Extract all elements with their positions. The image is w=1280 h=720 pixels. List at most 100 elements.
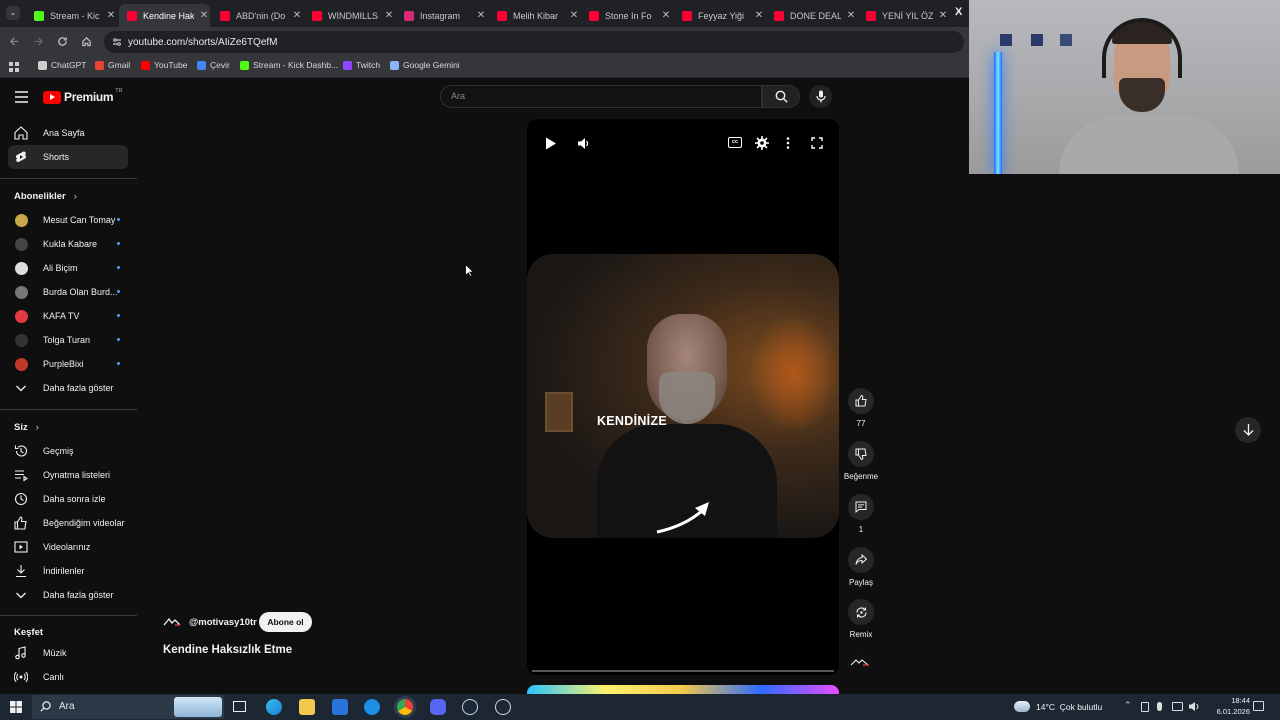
taskbar-search[interactable]: Ara xyxy=(32,695,224,719)
fullscreen-icon[interactable] xyxy=(811,137,823,149)
bookmark-item[interactable]: ChatGPT xyxy=(38,60,86,70)
tab-close-icon[interactable]: ✕ xyxy=(291,10,303,21)
voice-search-button[interactable] xyxy=(809,85,832,108)
sidebar-subscription[interactable]: Tolga Turan xyxy=(8,328,128,352)
browser-tab[interactable]: DONE DEAL ✕ xyxy=(766,4,857,27)
show-more-subscriptions[interactable]: Daha fazla göster xyxy=(8,376,128,400)
channel-avatar[interactable] xyxy=(163,616,181,628)
bookmark-item[interactable]: YouTube xyxy=(141,60,187,70)
forward-icon[interactable] xyxy=(33,36,44,47)
notifications-icon[interactable] xyxy=(1253,701,1264,711)
apps-grid-icon[interactable] xyxy=(9,62,19,72)
sidebar-subscription[interactable]: Ali Biçim xyxy=(8,256,128,280)
explore-header[interactable]: Keşfet xyxy=(14,627,43,638)
browser-tab[interactable]: Feyyaz Yiği ✕ xyxy=(674,4,765,27)
like-button[interactable]: 77 xyxy=(846,388,876,428)
hamburger-menu-icon[interactable] xyxy=(15,91,28,103)
settings-gear-icon[interactable] xyxy=(755,136,769,150)
sidebar-subscription[interactable]: KAFA TV xyxy=(8,304,128,328)
comments-button[interactable]: 1 xyxy=(846,494,876,534)
short-title[interactable]: Kendine Haksızlık Etme xyxy=(163,644,292,656)
tab-close-icon[interactable]: ✕ xyxy=(475,10,487,21)
tab-close-icon[interactable]: ✕ xyxy=(568,10,580,21)
browser-tab[interactable]: Melih Kibar ✕ xyxy=(489,4,580,27)
chrome-icon[interactable] xyxy=(397,699,413,715)
browser-tab[interactable]: Kendine Hak ✕ xyxy=(119,4,210,27)
browser-tab[interactable]: ABD'nin (Do ✕ xyxy=(212,4,303,27)
subscriptions-header[interactable]: Abonelikler › xyxy=(14,191,77,202)
sidebar-item-playlists[interactable]: Oynatma listeleri xyxy=(8,463,128,487)
sidebar-item-live[interactable]: Canlı xyxy=(8,665,128,689)
search-button[interactable] xyxy=(762,85,800,108)
more-options-icon[interactable] xyxy=(786,137,790,149)
task-view-icon[interactable] xyxy=(233,701,246,712)
address-bar[interactable]: youtube.com/shorts/AIiZe6TQefM xyxy=(104,31,964,53)
show-more-you[interactable]: Daha fazla göster xyxy=(8,583,128,607)
sidebar-subscription[interactable]: PurpleBixi xyxy=(8,352,128,376)
browser-tab[interactable]: YENİ YIL ÖZ ✕ xyxy=(858,4,949,27)
sidebar-item-liked-videos[interactable]: Beğendiğim videolar xyxy=(8,511,128,535)
sidebar-subscription[interactable]: Kukla Kabare xyxy=(8,232,128,256)
mail-app-icon[interactable] xyxy=(364,699,380,715)
sidebar-subscription[interactable]: Mesut Can Tomay xyxy=(8,208,128,232)
browser-tab[interactable]: Stone In Fo ✕ xyxy=(581,4,672,27)
bookmark-item[interactable]: Gmail xyxy=(95,60,130,70)
search-input[interactable]: Ara xyxy=(440,85,762,108)
sidebar-subscription[interactable]: Burda Olan Burd... xyxy=(8,280,128,304)
site-info-icon[interactable] xyxy=(112,37,122,47)
bookmark-item[interactable]: Çevir xyxy=(197,60,230,70)
browser-tab[interactable]: Instagram ✕ xyxy=(396,4,487,27)
dislike-button[interactable]: Beğenme xyxy=(844,441,878,481)
gear-app-icon[interactable] xyxy=(495,699,511,715)
tab-close-icon[interactable]: ✕ xyxy=(105,10,117,21)
sound-source-thumbnail[interactable] xyxy=(848,654,872,670)
windows-start-icon[interactable] xyxy=(10,701,22,713)
sidebar-item-history[interactable]: Geçmiş xyxy=(8,439,128,463)
back-icon[interactable] xyxy=(9,36,20,47)
store-icon[interactable] xyxy=(332,699,348,715)
next-short-button[interactable] xyxy=(1235,417,1261,443)
play-icon[interactable] xyxy=(545,137,557,150)
sidebar-item-your-videos[interactable]: Videolarınız xyxy=(8,535,128,559)
edge-icon[interactable] xyxy=(266,699,282,715)
microphone-tray-icon[interactable] xyxy=(1157,702,1162,711)
file-explorer-icon[interactable] xyxy=(299,699,315,715)
shorts-player[interactable]: KENDİNİZE cc xyxy=(527,119,839,675)
tray-chevron-icon[interactable]: ⌃ xyxy=(1124,700,1132,711)
tab-close-icon[interactable]: ✕ xyxy=(660,10,672,21)
clock-date[interactable]: 6.01.2026 xyxy=(1200,707,1250,716)
tab-search-dropdown[interactable]: ⌄ xyxy=(6,6,20,20)
bookmark-item[interactable]: Google Gemini xyxy=(390,60,460,70)
volume-icon[interactable] xyxy=(577,137,590,150)
x-twitter-icon[interactable]: X xyxy=(955,6,962,18)
discord-icon[interactable] xyxy=(430,699,446,715)
reload-icon[interactable] xyxy=(57,36,68,47)
subscribe-button[interactable]: Abone ol xyxy=(259,612,312,632)
sidebar-item-downloads[interactable]: İndirilenler xyxy=(8,559,128,583)
network-icon[interactable] xyxy=(1172,702,1183,711)
bookmark-item[interactable]: Twitch xyxy=(343,60,380,70)
share-button[interactable]: Paylaş xyxy=(846,547,876,587)
sidebar-item-shorts[interactable]: Shorts xyxy=(8,145,128,169)
tab-close-icon[interactable]: ✕ xyxy=(937,10,949,21)
tab-close-icon[interactable]: ✕ xyxy=(845,10,857,21)
next-short-preview[interactable] xyxy=(527,685,839,694)
browser-tab[interactable]: Stream - Kic ✕ xyxy=(26,4,117,27)
progress-bar[interactable] xyxy=(532,670,834,672)
channel-name[interactable]: @motivasy10tr xyxy=(189,617,257,628)
bookmark-item[interactable]: Stream - Kick Dashb... xyxy=(240,60,338,70)
tab-close-icon[interactable]: ✕ xyxy=(198,10,210,21)
speaker-icon[interactable] xyxy=(1188,701,1200,712)
sidebar-item-music[interactable]: Müzik xyxy=(8,641,128,665)
sidebar-item-watch-later[interactable]: Daha sonra izle xyxy=(8,487,128,511)
remix-button[interactable]: Remix xyxy=(846,599,876,639)
steam-icon[interactable] xyxy=(462,699,478,715)
home-button-icon[interactable] xyxy=(81,36,92,47)
clock-time[interactable]: 18:44 xyxy=(1210,696,1250,705)
captions-icon[interactable]: cc xyxy=(728,137,742,148)
you-section-header[interactable]: Siz › xyxy=(14,422,39,433)
tray-icon-1[interactable] xyxy=(1141,702,1149,712)
sidebar-item-home[interactable]: Ana Sayfa xyxy=(8,121,128,145)
weather-text[interactable]: 14°C Çok bulutlu xyxy=(1036,702,1102,712)
tab-close-icon[interactable]: ✕ xyxy=(383,10,395,21)
